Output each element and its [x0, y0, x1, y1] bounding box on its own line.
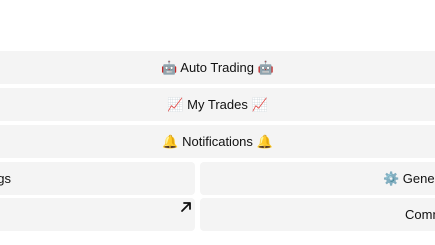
my-trades-label: 📈 My Trades 📈: [167, 97, 268, 112]
notifications-label: 🔔 Notifications 🔔: [162, 134, 273, 149]
external-link-button[interactable]: [0, 198, 195, 231]
auto-trading-button[interactable]: 🤖 Auto Trading 🤖: [0, 51, 435, 84]
settings-label: ngs: [0, 171, 11, 186]
my-trades-button[interactable]: 📈 My Trades 📈: [0, 88, 435, 121]
community-button[interactable]: Comm: [200, 198, 435, 231]
community-label: Comm: [405, 207, 435, 222]
general-label: ⚙️ Gener: [383, 171, 435, 186]
notifications-button[interactable]: 🔔 Notifications 🔔: [0, 125, 435, 158]
settings-button[interactable]: ngs: [0, 162, 195, 195]
general-button[interactable]: ⚙️ Gener: [200, 162, 435, 195]
auto-trading-label: 🤖 Auto Trading 🤖: [161, 60, 274, 75]
external-arrow-icon: [181, 202, 191, 212]
